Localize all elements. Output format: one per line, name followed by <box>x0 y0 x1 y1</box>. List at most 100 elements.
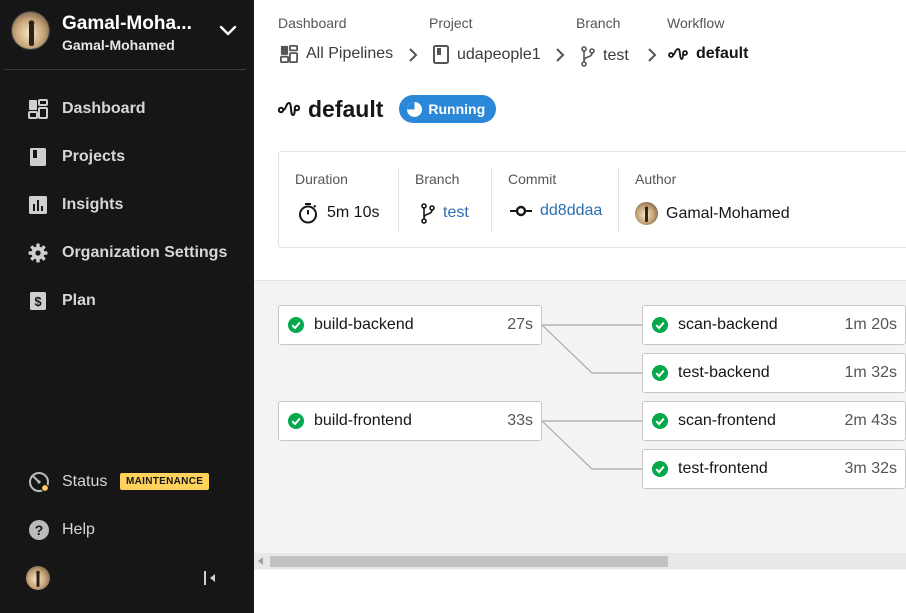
nav-label: Status <box>62 473 108 490</box>
job-duration: 3m 32s <box>844 460 897 477</box>
success-icon <box>652 365 668 381</box>
account-avatar[interactable] <box>26 566 50 590</box>
nav-insights[interactable]: Insights <box>0 185 254 225</box>
breadcrumb-value: All Pipelines <box>306 45 394 62</box>
svg-text:$: $ <box>34 294 42 309</box>
dashboard-icon <box>280 45 298 63</box>
breadcrumb-label: Project <box>429 15 473 31</box>
sidebar: Gamal-Moha... Gamal-Mohamed Dashboard Pr… <box>0 0 254 613</box>
job-name: test-backend <box>678 364 770 381</box>
scroll-left-arrow-icon[interactable] <box>258 557 264 565</box>
status-text: Running <box>428 101 486 117</box>
gauge-icon <box>28 471 50 493</box>
scrollbar-thumb[interactable] <box>270 556 668 567</box>
job-duration: 2m 43s <box>844 412 897 429</box>
org-name: Gamal-Mohamed <box>62 37 175 53</box>
svg-text:?: ? <box>35 522 44 538</box>
nav-projects[interactable]: Projects <box>0 137 254 177</box>
branch-icon <box>421 203 435 224</box>
commit-icon <box>510 205 532 217</box>
nav-organization-settings[interactable]: Organization Settings <box>0 233 254 273</box>
user-name: Gamal-Moha... <box>62 13 192 34</box>
job-build-backend[interactable]: build-backend 27s <box>278 305 542 345</box>
chevron-right-icon <box>648 48 657 62</box>
horizontal-scrollbar[interactable] <box>254 553 906 569</box>
job-scan-backend[interactable]: scan-backend 1m 20s <box>642 305 906 345</box>
workflow-icon <box>278 101 300 117</box>
breadcrumb-workflow[interactable]: default <box>668 45 748 63</box>
chevron-right-icon <box>556 48 565 62</box>
dashboard-icon <box>28 99 48 119</box>
job-duration: 33s <box>507 412 533 429</box>
divider <box>618 168 619 232</box>
breadcrumb-branch[interactable]: test <box>581 45 629 67</box>
duration-text: 5m 10s <box>327 204 380 221</box>
nav-label: Help <box>62 521 95 538</box>
projects-icon <box>28 147 48 167</box>
author-value: Gamal-Mohamed <box>635 202 790 225</box>
branch-link[interactable]: test <box>421 202 469 224</box>
success-icon <box>288 317 304 333</box>
branch-icon <box>581 46 595 67</box>
breadcrumb-value: udapeople1 <box>457 45 541 63</box>
job-duration: 1m 32s <box>844 364 897 381</box>
running-icon <box>407 101 423 117</box>
dollar-icon: $ <box>28 291 48 311</box>
nav-dashboard[interactable]: Dashboard <box>0 89 254 129</box>
divider <box>491 168 492 232</box>
insights-icon <box>28 195 48 215</box>
breadcrumb-value: default <box>696 45 749 62</box>
author-label: Author <box>635 171 677 187</box>
job-build-frontend[interactable]: build-frontend 33s <box>278 401 542 441</box>
duration-label: Duration <box>295 171 348 187</box>
nav-label: Organization Settings <box>62 244 228 261</box>
breadcrumb-label: Branch <box>576 15 621 31</box>
workflow-info-card: Duration 5m 10s Branch test Commit dd8dd… <box>278 151 906 248</box>
commit-text: dd8ddaa <box>540 202 603 219</box>
user-avatar <box>11 11 50 50</box>
timer-icon <box>299 203 317 224</box>
job-name: test-frontend <box>678 460 768 477</box>
job-duration: 1m 20s <box>844 316 897 333</box>
sidebar-divider <box>4 69 246 70</box>
divider <box>398 168 399 232</box>
page-title: default <box>308 95 384 122</box>
success-icon <box>652 413 668 429</box>
job-duration: 27s <box>507 316 533 333</box>
workflow-icon <box>668 48 688 60</box>
job-test-backend[interactable]: test-backend 1m 32s <box>642 353 906 393</box>
breadcrumb-all-pipelines[interactable]: All Pipelines <box>280 45 393 63</box>
maintenance-badge: MAINTENANCE <box>120 473 210 490</box>
job-name: build-backend <box>314 316 414 333</box>
pipeline-graph: build-backend 27s scan-backend 1m 20s te… <box>254 280 906 570</box>
nav-label: Projects <box>62 148 126 165</box>
commit-label: Commit <box>508 171 557 187</box>
job-test-frontend[interactable]: test-frontend 3m 32s <box>642 449 906 489</box>
org-switcher[interactable]: Gamal-Moha... Gamal-Mohamed <box>0 0 254 68</box>
help-icon: ? <box>28 519 50 541</box>
commit-link[interactable]: dd8ddaa <box>510 202 602 220</box>
branch-text: test <box>443 204 469 221</box>
breadcrumb-value: test <box>603 47 629 64</box>
gear-icon <box>28 243 48 263</box>
job-scan-frontend[interactable]: scan-frontend 2m 43s <box>642 401 906 441</box>
author-text: Gamal-Mohamed <box>666 204 790 222</box>
job-name: scan-backend <box>678 316 778 333</box>
nav-help[interactable]: ? Help <box>0 512 254 548</box>
chevron-right-icon <box>409 48 418 62</box>
collapse-sidebar-icon[interactable] <box>202 569 218 587</box>
status-badge: Running <box>399 95 497 123</box>
nav-label: Plan <box>62 292 96 309</box>
branch-label: Branch <box>415 171 460 187</box>
nav-status[interactable]: Status MAINTENANCE <box>0 464 254 500</box>
main-content: Dashboard Project Branch Workflow All Pi… <box>254 0 906 613</box>
success-icon <box>652 317 668 333</box>
success-icon <box>652 461 668 477</box>
breadcrumb-label: Workflow <box>667 15 725 31</box>
author-avatar <box>635 202 658 225</box>
project-icon <box>433 45 449 64</box>
success-icon <box>288 413 304 429</box>
chevron-down-icon[interactable] <box>218 22 238 40</box>
nav-plan[interactable]: $ Plan <box>0 281 254 321</box>
breadcrumb-project[interactable]: udapeople1 <box>433 45 541 64</box>
